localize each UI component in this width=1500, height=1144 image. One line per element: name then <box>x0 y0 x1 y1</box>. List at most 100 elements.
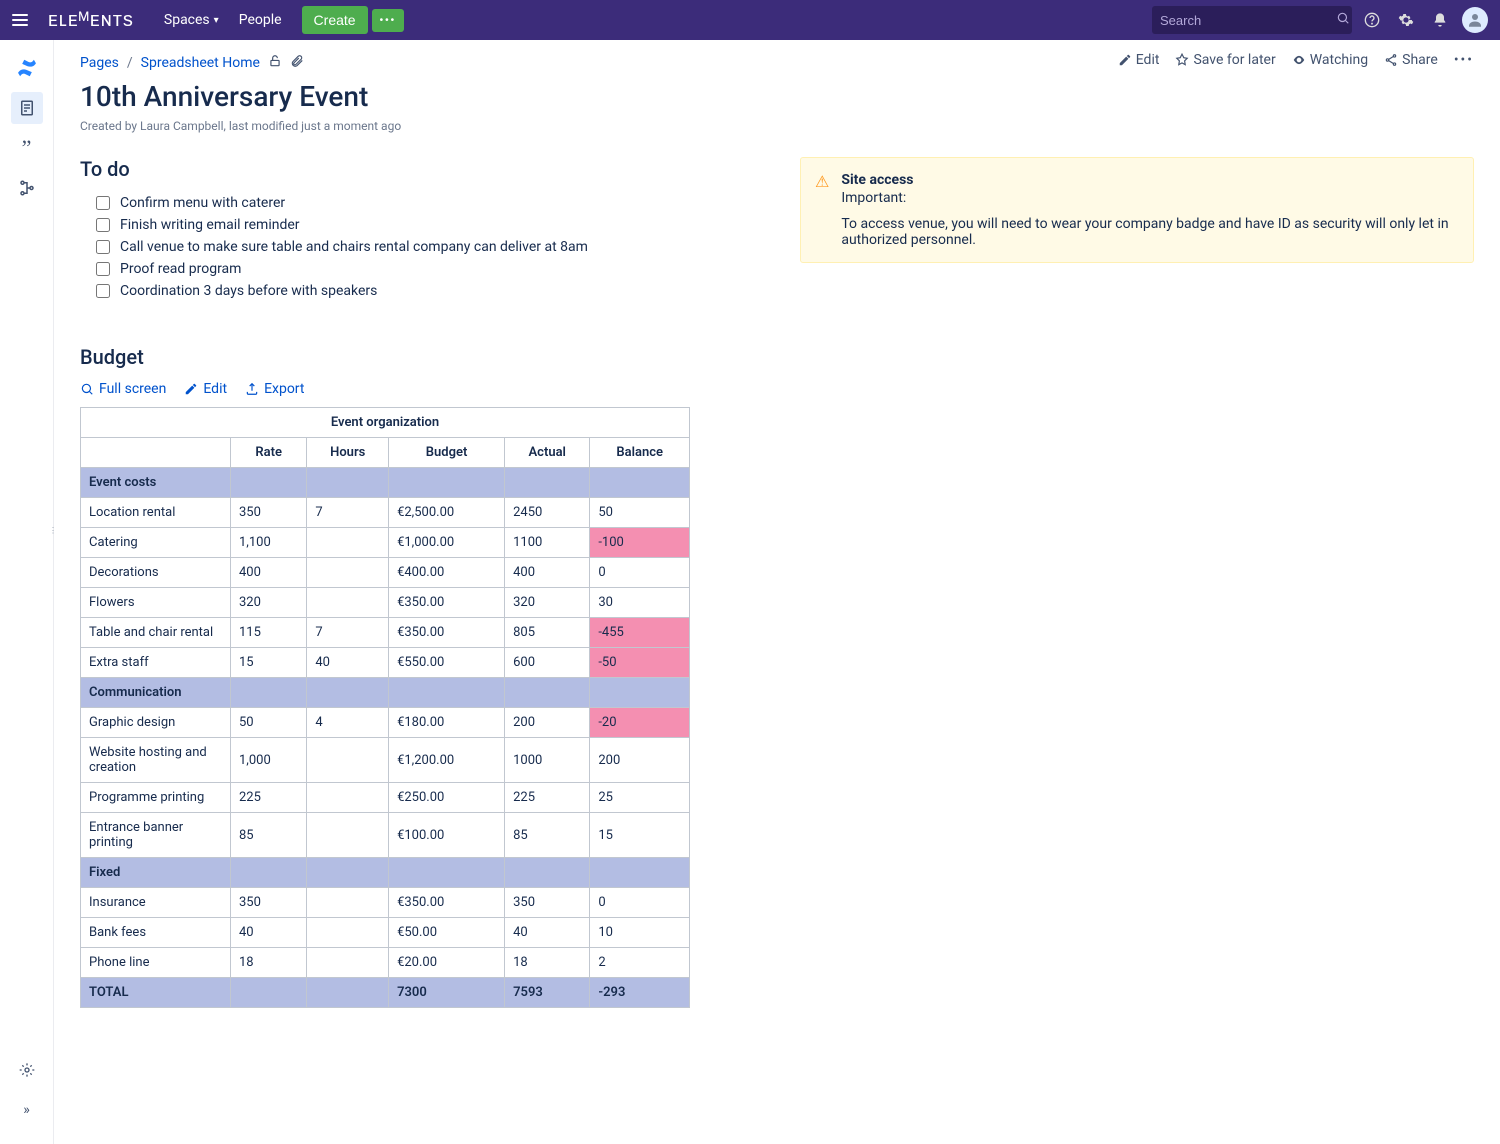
table-cell[interactable]: €180.00 <box>389 708 505 738</box>
collapse-handle[interactable]: ⋮ <box>48 510 58 550</box>
table-cell[interactable] <box>231 978 307 1008</box>
table-cell[interactable] <box>307 858 389 888</box>
table-cell[interactable]: Fixed <box>81 858 231 888</box>
create-more-button[interactable]: ••• <box>372 9 405 32</box>
table-cell[interactable] <box>231 678 307 708</box>
table-cell[interactable]: Flowers <box>81 588 231 618</box>
fullscreen-button[interactable]: Full screen <box>80 381 166 397</box>
table-cell[interactable] <box>307 783 389 813</box>
table-cell[interactable]: 2 <box>590 948 690 978</box>
table-cell[interactable]: 320 <box>505 588 590 618</box>
table-cell[interactable]: 7 <box>307 498 389 528</box>
table-cell[interactable] <box>389 468 505 498</box>
task-checkbox[interactable] <box>96 284 110 298</box>
table-cell[interactable] <box>505 678 590 708</box>
table-cell[interactable] <box>307 738 389 783</box>
help-icon[interactable] <box>1358 6 1386 34</box>
table-cell[interactable]: 7300 <box>389 978 505 1008</box>
task-checkbox[interactable] <box>96 196 110 210</box>
confluence-icon[interactable] <box>11 52 43 84</box>
nav-spaces[interactable]: Spaces ▾ <box>154 12 229 28</box>
table-cell[interactable]: €2,500.00 <box>389 498 505 528</box>
table-cell[interactable]: Communication <box>81 678 231 708</box>
table-cell[interactable] <box>505 468 590 498</box>
table-cell[interactable]: Extra staff <box>81 648 231 678</box>
table-cell[interactable]: Bank fees <box>81 918 231 948</box>
table-cell[interactable] <box>231 468 307 498</box>
table-cell[interactable]: 805 <box>505 618 590 648</box>
table-cell[interactable]: €1,000.00 <box>389 528 505 558</box>
table-cell[interactable]: 2450 <box>505 498 590 528</box>
table-cell[interactable]: 7 <box>307 618 389 648</box>
table-cell[interactable] <box>307 468 389 498</box>
table-cell[interactable]: 18 <box>231 948 307 978</box>
table-cell[interactable]: 50 <box>231 708 307 738</box>
table-cell[interactable] <box>307 978 389 1008</box>
edit-page-button[interactable]: Edit <box>1118 52 1160 68</box>
table-cell[interactable]: 50 <box>590 498 690 528</box>
table-cell[interactable] <box>389 858 505 888</box>
expand-icon[interactable]: » <box>11 1094 43 1126</box>
restrictions-icon[interactable] <box>268 54 282 72</box>
table-cell[interactable]: Event organization <box>81 408 690 438</box>
table-cell[interactable]: Actual <box>505 438 590 468</box>
table-cell[interactable]: 350 <box>231 498 307 528</box>
search-icon[interactable] <box>1336 11 1350 29</box>
table-cell[interactable]: 4 <box>307 708 389 738</box>
table-cell[interactable]: 0 <box>590 888 690 918</box>
more-actions-button[interactable]: ••• <box>1454 52 1474 68</box>
table-cell[interactable]: €400.00 <box>389 558 505 588</box>
table-cell[interactable]: 115 <box>231 618 307 648</box>
table-cell[interactable]: 1,000 <box>231 738 307 783</box>
table-cell[interactable]: 15 <box>231 648 307 678</box>
tree-icon[interactable] <box>11 172 43 204</box>
table-cell[interactable]: Insurance <box>81 888 231 918</box>
watching-button[interactable]: Watching <box>1292 52 1368 68</box>
table-cell[interactable]: 30 <box>590 588 690 618</box>
task-checkbox[interactable] <box>96 262 110 276</box>
table-cell[interactable]: Website hosting and creation <box>81 738 231 783</box>
table-cell[interactable]: €350.00 <box>389 888 505 918</box>
table-cell[interactable] <box>231 858 307 888</box>
table-cell[interactable]: Rate <box>231 438 307 468</box>
table-cell[interactable] <box>307 678 389 708</box>
table-cell[interactable]: Table and chair rental <box>81 618 231 648</box>
table-cell[interactable]: 18 <box>505 948 590 978</box>
table-cell[interactable]: 40 <box>307 648 389 678</box>
table-cell[interactable] <box>307 528 389 558</box>
table-cell[interactable] <box>590 858 690 888</box>
table-cell[interactable]: Graphic design <box>81 708 231 738</box>
table-cell[interactable]: 40 <box>505 918 590 948</box>
table-cell[interactable]: Entrance banner printing <box>81 813 231 858</box>
table-cell[interactable]: 225 <box>231 783 307 813</box>
table-cell[interactable]: 85 <box>231 813 307 858</box>
table-cell[interactable]: Budget <box>389 438 505 468</box>
table-cell[interactable]: 85 <box>505 813 590 858</box>
nav-people[interactable]: People <box>229 12 292 28</box>
user-avatar[interactable] <box>1462 7 1488 33</box>
table-cell[interactable]: -100 <box>590 528 690 558</box>
table-cell[interactable] <box>307 558 389 588</box>
table-cell[interactable]: 40 <box>231 918 307 948</box>
table-cell[interactable]: Programme printing <box>81 783 231 813</box>
table-cell[interactable]: 25 <box>590 783 690 813</box>
share-button[interactable]: Share <box>1384 52 1438 68</box>
table-cell[interactable]: 200 <box>505 708 590 738</box>
table-cell[interactable]: 0 <box>590 558 690 588</box>
gear-icon[interactable] <box>1392 6 1420 34</box>
table-cell[interactable]: Phone line <box>81 948 231 978</box>
table-cell[interactable]: €350.00 <box>389 618 505 648</box>
table-cell[interactable]: 350 <box>505 888 590 918</box>
task-checkbox[interactable] <box>96 218 110 232</box>
table-cell[interactable]: Balance <box>590 438 690 468</box>
quote-icon[interactable]: ” <box>11 132 43 164</box>
table-cell[interactable]: 1,100 <box>231 528 307 558</box>
search-input[interactable] <box>1160 13 1336 28</box>
save-for-later-button[interactable]: Save for later <box>1175 52 1275 68</box>
table-cell[interactable]: €250.00 <box>389 783 505 813</box>
export-button[interactable]: Export <box>245 381 304 397</box>
table-cell[interactable]: €50.00 <box>389 918 505 948</box>
table-cell[interactable]: Decorations <box>81 558 231 588</box>
table-cell[interactable]: 7593 <box>505 978 590 1008</box>
table-cell[interactable]: 15 <box>590 813 690 858</box>
